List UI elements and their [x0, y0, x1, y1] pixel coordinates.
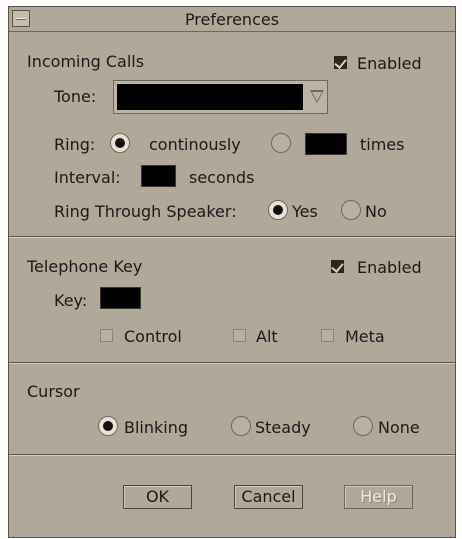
ring-times-field[interactable]	[305, 133, 347, 155]
ok-button[interactable]: OK	[123, 485, 192, 509]
cursor-blinking-radio[interactable]	[98, 416, 118, 436]
tone-value	[117, 84, 303, 110]
telephone-key-enabled-checkbox[interactable]	[331, 260, 344, 273]
control-label: Control	[124, 327, 182, 346]
ring-times-label: times	[360, 135, 405, 154]
title-bar[interactable]: Preferences	[9, 7, 455, 32]
ring-through-speaker-label: Ring Through Speaker:	[54, 202, 237, 221]
telephone-key-heading: Telephone Key	[27, 257, 143, 276]
incoming-calls-heading: Incoming Calls	[27, 52, 145, 71]
alt-checkbox[interactable]	[233, 329, 246, 342]
meta-label: Meta	[345, 327, 385, 346]
cursor-steady-label: Steady	[255, 418, 311, 437]
chevron-down-icon	[310, 90, 324, 103]
interval-label: Interval:	[54, 168, 121, 187]
cursor-none-label: None	[378, 418, 420, 437]
cursor-blinking-label: Blinking	[124, 418, 189, 437]
alt-label: Alt	[256, 327, 278, 346]
speaker-no-radio[interactable]	[341, 200, 361, 220]
key-field[interactable]	[100, 287, 141, 309]
telephone-key-enabled-label: Enabled	[357, 258, 422, 277]
speaker-yes-radio[interactable]	[268, 200, 288, 220]
preferences-dialog: Preferences Incoming Calls Enabled Tone:…	[8, 6, 456, 538]
tone-label: Tone:	[54, 87, 97, 106]
ring-times-radio[interactable]	[271, 133, 291, 153]
window-title: Preferences	[184, 10, 280, 29]
cursor-none-radio[interactable]	[353, 416, 373, 436]
ring-continuously-label: continously	[149, 135, 241, 154]
cancel-button[interactable]: Cancel	[234, 485, 303, 509]
tone-dropdown[interactable]	[113, 80, 328, 114]
section-divider	[9, 362, 455, 364]
interval-field[interactable]	[141, 165, 176, 187]
meta-checkbox[interactable]	[321, 329, 334, 342]
ring-label: Ring:	[54, 135, 96, 154]
speaker-yes-label: Yes	[292, 202, 318, 221]
key-label: Key:	[54, 291, 88, 310]
control-checkbox[interactable]	[100, 329, 113, 342]
speaker-no-label: No	[365, 202, 387, 221]
ring-continuously-radio[interactable]	[110, 133, 130, 153]
interval-unit-label: seconds	[189, 168, 255, 187]
cursor-steady-radio[interactable]	[231, 416, 251, 436]
section-divider	[9, 236, 455, 238]
incoming-calls-enabled-checkbox[interactable]	[334, 56, 347, 69]
cursor-heading: Cursor	[27, 382, 80, 401]
incoming-calls-enabled-label: Enabled	[357, 54, 422, 73]
section-divider	[9, 454, 455, 456]
help-button[interactable]: Help	[344, 485, 413, 509]
